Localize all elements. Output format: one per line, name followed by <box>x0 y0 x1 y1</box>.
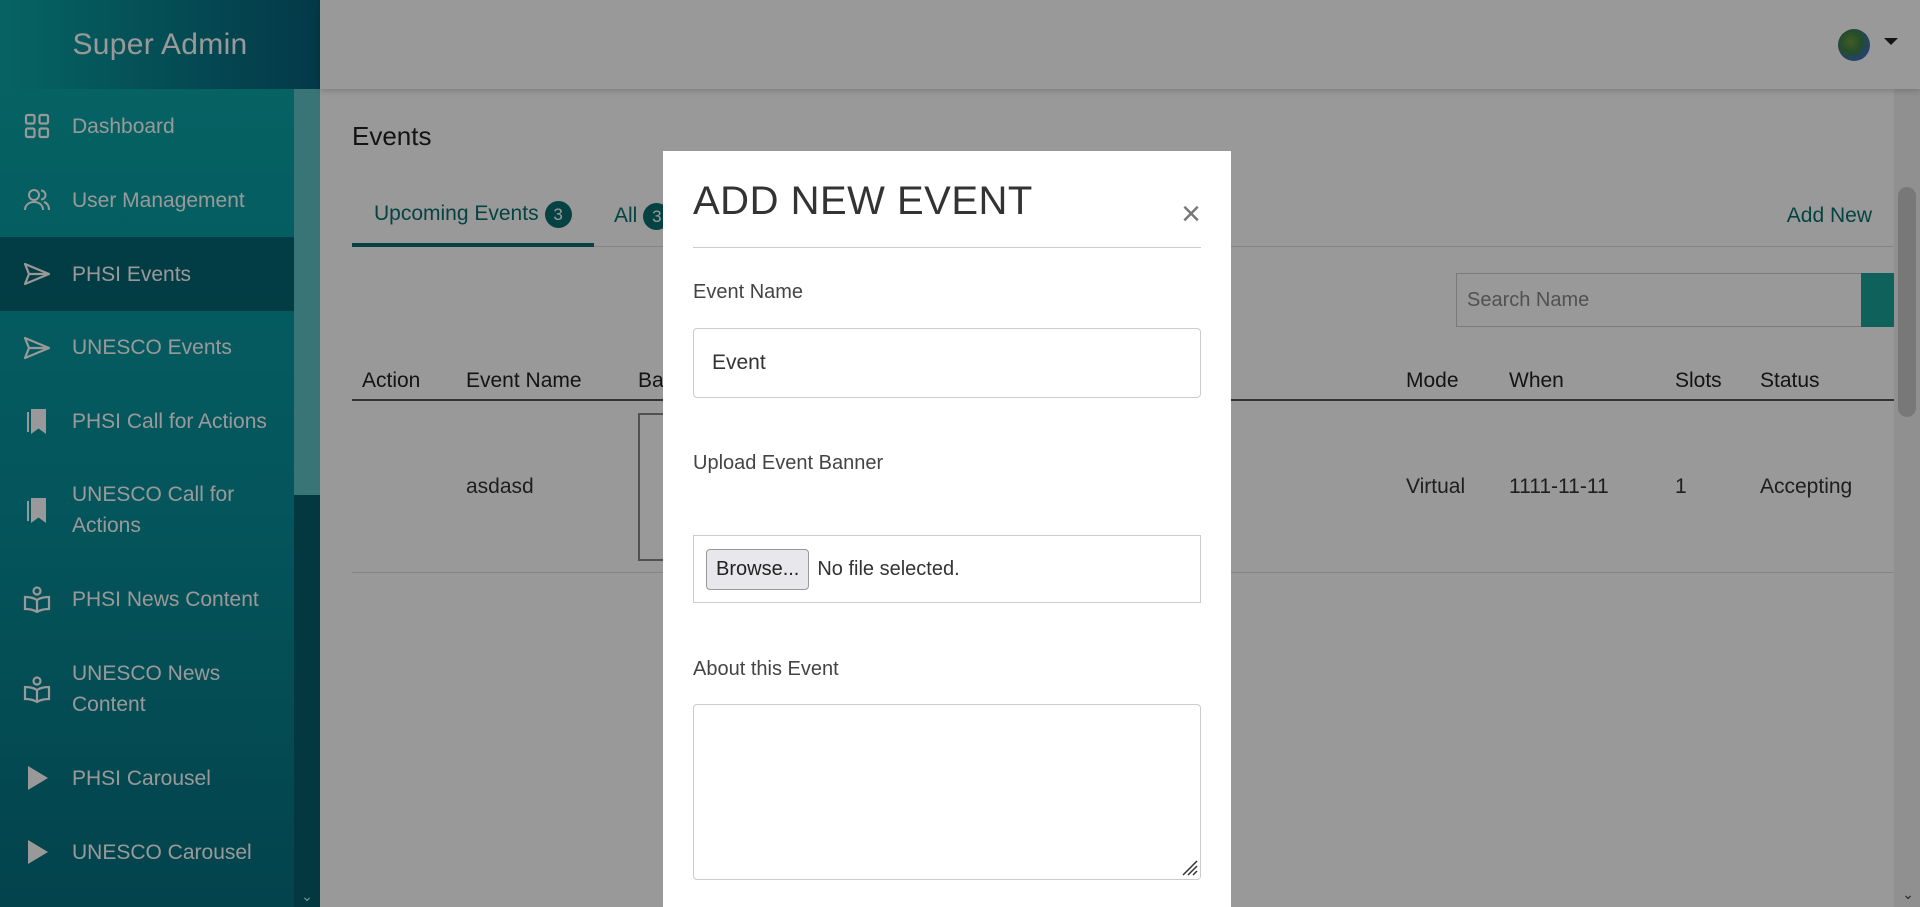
event-name-field[interactable] <box>693 328 1201 398</box>
resize-handle-icon[interactable] <box>1177 855 1199 877</box>
close-icon[interactable]: × <box>1181 197 1201 231</box>
event-name-label: Event Name <box>693 281 804 303</box>
about-event-textarea[interactable] <box>693 704 1201 880</box>
about-event-label: About this Event <box>693 658 839 680</box>
add-event-modal: ADD NEW EVENT × Event Name Upload Event … <box>663 151 1231 907</box>
browse-button[interactable]: Browse... <box>706 548 810 590</box>
file-upload: Browse... No file selected. <box>693 535 1201 603</box>
upload-banner-label: Upload Event Banner <box>693 452 884 474</box>
divider <box>693 247 1201 248</box>
modal-title: ADD NEW EVENT <box>693 179 1033 223</box>
file-status: No file selected. <box>817 557 960 580</box>
